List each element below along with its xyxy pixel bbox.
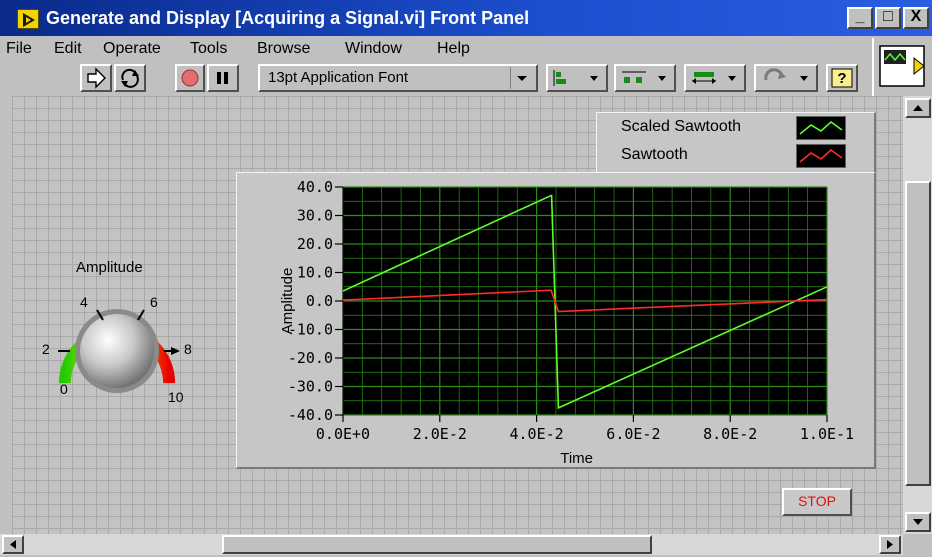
maximize-button[interactable]: □ bbox=[875, 7, 901, 29]
menu-window[interactable]: Window bbox=[345, 40, 402, 58]
legend-swatch-sawtooth[interactable] bbox=[796, 144, 846, 168]
knob-scale-6: 6 bbox=[150, 294, 158, 310]
x-tick-label: 1.0E-1 bbox=[800, 425, 854, 443]
scroll-down-button[interactable] bbox=[905, 512, 931, 532]
knob-label: Amplitude bbox=[76, 259, 143, 276]
menu-operate[interactable]: Operate bbox=[103, 40, 161, 58]
labview-window: Generate and Display [Acquiring a Signal… bbox=[0, 0, 932, 555]
x-tick-label: 4.0E-2 bbox=[510, 425, 564, 443]
legend-item-scaled-sawtooth: Scaled Sawtooth bbox=[621, 118, 742, 135]
scroll-left-button[interactable] bbox=[2, 535, 24, 554]
amplitude-knob[interactable]: 0 2 4 6 8 10 bbox=[30, 280, 200, 410]
x-tick-label: 6.0E-2 bbox=[606, 425, 660, 443]
vi-icon bbox=[879, 45, 925, 87]
scroll-up-button[interactable] bbox=[905, 98, 931, 118]
arrow-down-icon bbox=[913, 519, 923, 525]
menu-help[interactable]: Help bbox=[437, 40, 470, 58]
run-continuously-button[interactable] bbox=[114, 64, 146, 92]
run-button[interactable] bbox=[80, 64, 112, 92]
labview-app-icon bbox=[17, 9, 39, 29]
vi-icon-pane[interactable] bbox=[872, 38, 932, 96]
x-axis-label: Time bbox=[560, 450, 593, 467]
menu-edit[interactable]: Edit bbox=[54, 40, 82, 58]
abort-stop-icon bbox=[181, 69, 199, 87]
stop-button[interactable]: STOP bbox=[782, 488, 852, 516]
menu-bar: File Edit Operate Tools Browse Window He… bbox=[0, 37, 870, 62]
font-selector-value: 13pt Application Font bbox=[268, 69, 409, 86]
reorder-icon bbox=[764, 68, 808, 81]
pause-button[interactable] bbox=[207, 64, 239, 92]
run-continuous-icon bbox=[121, 68, 139, 88]
arrow-up-icon bbox=[913, 105, 923, 111]
arrow-right-icon bbox=[887, 540, 893, 549]
arrow-left-icon bbox=[10, 540, 16, 549]
knob-scale-10: 10 bbox=[168, 389, 184, 405]
legend-swatch-scaled-sawtooth[interactable] bbox=[796, 116, 846, 140]
menu-file[interactable]: File bbox=[6, 40, 32, 58]
y-axis-label: Amplitude bbox=[279, 268, 296, 335]
vertical-scroll-thumb[interactable] bbox=[905, 181, 931, 486]
horizontal-scroll-thumb[interactable] bbox=[222, 535, 652, 554]
y-tick-label: 20.0 bbox=[297, 235, 333, 253]
y-tick-label: -20.0 bbox=[288, 349, 333, 367]
x-tick-label: 2.0E-2 bbox=[413, 425, 467, 443]
knob-scale-2: 2 bbox=[42, 341, 50, 357]
x-tick-label: 8.0E-2 bbox=[703, 425, 757, 443]
y-tick-label: 0.0 bbox=[306, 292, 333, 310]
distribute-objects-button[interactable] bbox=[614, 64, 676, 92]
resize-objects-icon bbox=[692, 72, 736, 84]
y-axis-ticks: 40.030.020.010.00.0-10.0-20.0-30.0-40.0 bbox=[288, 178, 344, 424]
knob-dial[interactable] bbox=[80, 314, 154, 388]
menu-tools[interactable]: Tools bbox=[190, 40, 227, 58]
font-selector[interactable]: 13pt Application Font bbox=[258, 64, 538, 92]
distribute-objects-icon bbox=[622, 71, 666, 83]
legend-item-sawtooth: Sawtooth bbox=[621, 146, 688, 163]
x-tick-label: 0.0E+0 bbox=[316, 425, 370, 443]
resize-objects-button[interactable] bbox=[684, 64, 746, 92]
help-icon: ? bbox=[831, 68, 853, 88]
run-arrow-icon bbox=[87, 67, 106, 89]
pause-icon bbox=[217, 72, 228, 84]
chevron-down-icon bbox=[517, 76, 527, 81]
knob-pointer-icon bbox=[171, 347, 180, 355]
scroll-right-button[interactable] bbox=[879, 535, 901, 554]
knob-scale-4: 4 bbox=[80, 294, 88, 310]
waveform-graph[interactable]: 40.0 30.0 20.0 10.0 0.0 -10.0 -20.0 -30.0 -40.0 … bbox=[236, 172, 876, 469]
waveform-graph-plot: 40.030.020.010.00.0-10.0-20.0-30.0-40.0 … bbox=[279, 178, 854, 467]
y-tick-label: -30.0 bbox=[288, 378, 333, 396]
y-tick-label: 30.0 bbox=[297, 207, 333, 225]
context-help-button[interactable]: ? bbox=[826, 64, 858, 92]
x-axis-ticks: 0.0E+0 2.0E-2 4.0E-2 6.0E-2 8.0E-2 1.0E-1 bbox=[316, 415, 854, 443]
knob-scale-8: 8 bbox=[184, 341, 192, 357]
vertical-scrollbar[interactable] bbox=[903, 96, 932, 534]
align-objects-button[interactable] bbox=[546, 64, 608, 92]
font-selector-dropdown[interactable] bbox=[510, 67, 532, 89]
y-tick-label: 10.0 bbox=[297, 264, 333, 282]
abort-button[interactable] bbox=[175, 64, 205, 92]
window-title: Generate and Display [Acquiring a Signal… bbox=[46, 8, 530, 28]
title-bar[interactable]: Generate and Display [Acquiring a Signal… bbox=[0, 0, 932, 36]
horizontal-scrollbar[interactable] bbox=[0, 534, 903, 555]
y-tick-label: -40.0 bbox=[288, 406, 333, 424]
scaled-sawtooth-swatch-icon bbox=[799, 120, 843, 135]
menu-browse[interactable]: Browse bbox=[257, 40, 310, 58]
close-button[interactable]: X bbox=[903, 7, 929, 29]
minimize-button[interactable]: _ bbox=[847, 7, 873, 29]
align-objects-icon bbox=[553, 70, 598, 86]
y-tick-label: 40.0 bbox=[297, 178, 333, 196]
sawtooth-swatch-icon bbox=[799, 148, 843, 163]
knob-scale-0: 0 bbox=[60, 381, 68, 397]
reorder-button[interactable] bbox=[754, 64, 818, 92]
plot-legend[interactable]: Scaled Sawtooth Sawtooth bbox=[596, 112, 876, 176]
help-glyph: ? bbox=[837, 70, 846, 87]
